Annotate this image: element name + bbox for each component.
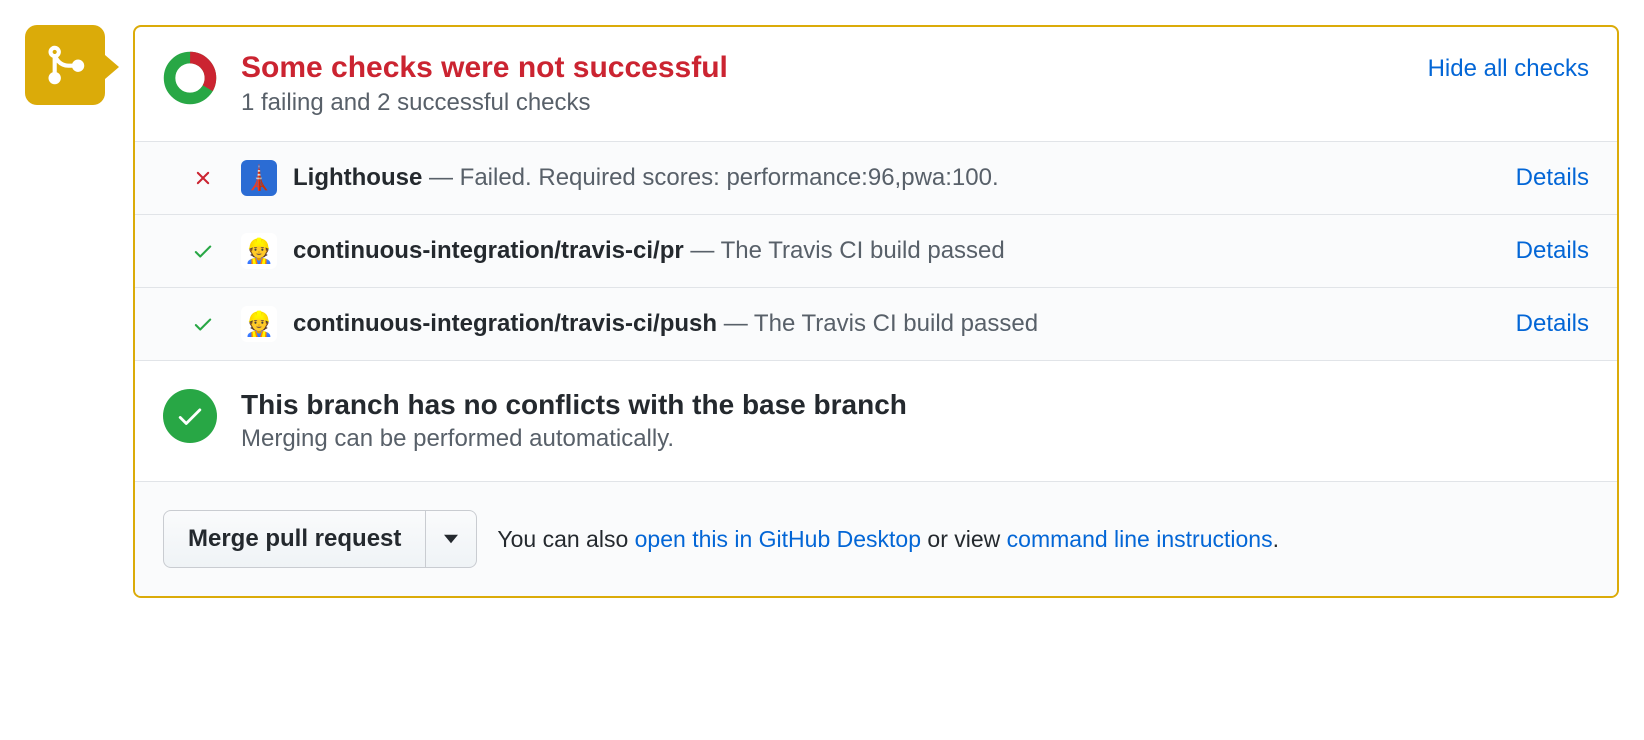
check-description: — The Travis CI build passed	[717, 310, 1038, 337]
check-row: 👷 continuous-integration/travis-ci/push —…	[135, 288, 1617, 361]
command-line-instructions-link[interactable]: command line instructions	[1007, 526, 1273, 552]
conflicts-subtitle: Merging can be performed automatically.	[241, 425, 907, 453]
check-description: — The Travis CI build passed	[684, 237, 1005, 264]
check-row: 👷 continuous-integration/travis-ci/pr — T…	[135, 215, 1617, 288]
check-details-link[interactable]: Details	[1516, 310, 1589, 338]
merge-pull-request-button[interactable]: Merge pull request	[163, 510, 426, 568]
check-name: continuous-integration/travis-ci/pr	[293, 237, 684, 264]
caret-down-icon	[444, 534, 458, 544]
check-icon	[175, 401, 205, 431]
merge-alt-text: You can also open this in GitHub Desktop…	[497, 526, 1279, 553]
check-text: Lighthouse — Failed. Required scores: pe…	[293, 164, 1500, 192]
check-description: — Failed. Required scores: performance:9…	[422, 164, 998, 191]
check-text: continuous-integration/travis-ci/push — …	[293, 310, 1500, 338]
check-icon	[189, 240, 217, 262]
check-avatar: 🗼	[241, 160, 277, 196]
check-name: Lighthouse	[293, 164, 422, 191]
check-details-link[interactable]: Details	[1516, 164, 1589, 192]
git-merge-icon	[43, 43, 87, 87]
checks-list: 🗼 Lighthouse — Failed. Required scores: p…	[135, 141, 1617, 361]
merge-timeline-badge	[25, 25, 105, 105]
check-row: 🗼 Lighthouse — Failed. Required scores: p…	[135, 142, 1617, 215]
conflicts-status-icon	[163, 389, 217, 443]
open-github-desktop-link[interactable]: open this in GitHub Desktop	[635, 526, 921, 552]
check-details-link[interactable]: Details	[1516, 237, 1589, 265]
hide-all-checks-link[interactable]: Hide all checks	[1428, 55, 1589, 83]
check-text: continuous-integration/travis-ci/pr — Th…	[293, 237, 1500, 265]
merge-button-group: Merge pull request	[163, 510, 477, 568]
conflicts-section: This branch has no conflicts with the ba…	[135, 361, 1617, 482]
check-name: continuous-integration/travis-ci/push	[293, 310, 717, 337]
merge-options-dropdown[interactable]	[426, 510, 477, 568]
check-icon	[189, 313, 217, 335]
conflicts-title: This branch has no conflicts with the ba…	[241, 389, 907, 421]
check-avatar: 👷	[241, 306, 277, 342]
checks-summary-subtitle: 1 failing and 2 successful checks	[241, 89, 728, 117]
status-donut-icon	[163, 51, 217, 105]
x-icon	[189, 167, 217, 189]
checks-summary: Some checks were not successful 1 failin…	[135, 27, 1617, 141]
checks-summary-title: Some checks were not successful	[241, 51, 728, 85]
merge-actions: Merge pull request You can also open thi…	[135, 482, 1617, 596]
check-avatar: 👷	[241, 233, 277, 269]
merge-status-box: Some checks were not successful 1 failin…	[133, 25, 1619, 598]
